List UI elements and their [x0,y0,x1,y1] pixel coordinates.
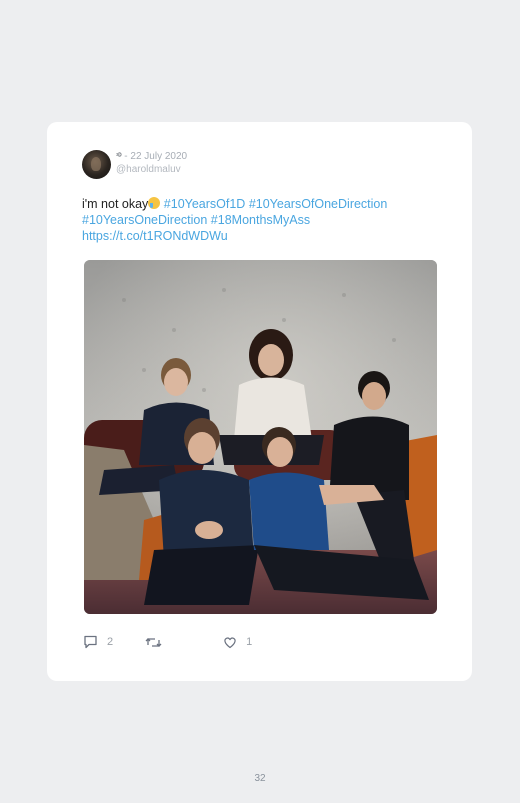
like-count: 1 [246,636,253,648]
page-number: 32 [254,773,266,784]
hashtag[interactable]: #10YearsOfOneDirection [249,197,388,211]
tweet-photo[interactable] [84,260,437,614]
tweet-header: ¹ᴰ - 22 July 2020 @haroldmaluv [82,150,187,179]
like-icon[interactable] [223,636,237,649]
user-handle[interactable]: @haroldmaluv [116,163,187,176]
tweet-meta: ¹ᴰ - 22 July 2020 @haroldmaluv [116,150,187,176]
tweet-text: i'm not okay #10YearsOf1D #10YearsOfOneD… [82,196,442,244]
band-photo-illustration [84,260,437,614]
retweet-action[interactable] [145,636,171,649]
crying-emoji [148,197,161,209]
tweet-card: ¹ᴰ - 22 July 2020 @haroldmaluv i'm not o… [47,122,472,681]
tweet-link[interactable]: https://t.co/t1RONdWDWu [82,229,228,243]
reply-action[interactable]: 2 [83,635,113,649]
hashtag[interactable]: #10YearsOneDirection [82,213,207,227]
tweet-actions: 2 1 [83,635,252,649]
retweet-icon[interactable] [145,636,162,649]
hashtag[interactable]: #18MonthsMyAss [211,213,310,227]
avatar[interactable] [82,150,111,179]
like-action[interactable]: 1 [223,636,252,649]
tweet-body: i'm not okay [82,197,149,211]
hashtag[interactable]: #10YearsOf1D [164,197,246,211]
reply-count: 2 [107,636,114,648]
reply-icon[interactable] [83,635,98,649]
tweet-date: 22 July 2020 [130,151,188,162]
